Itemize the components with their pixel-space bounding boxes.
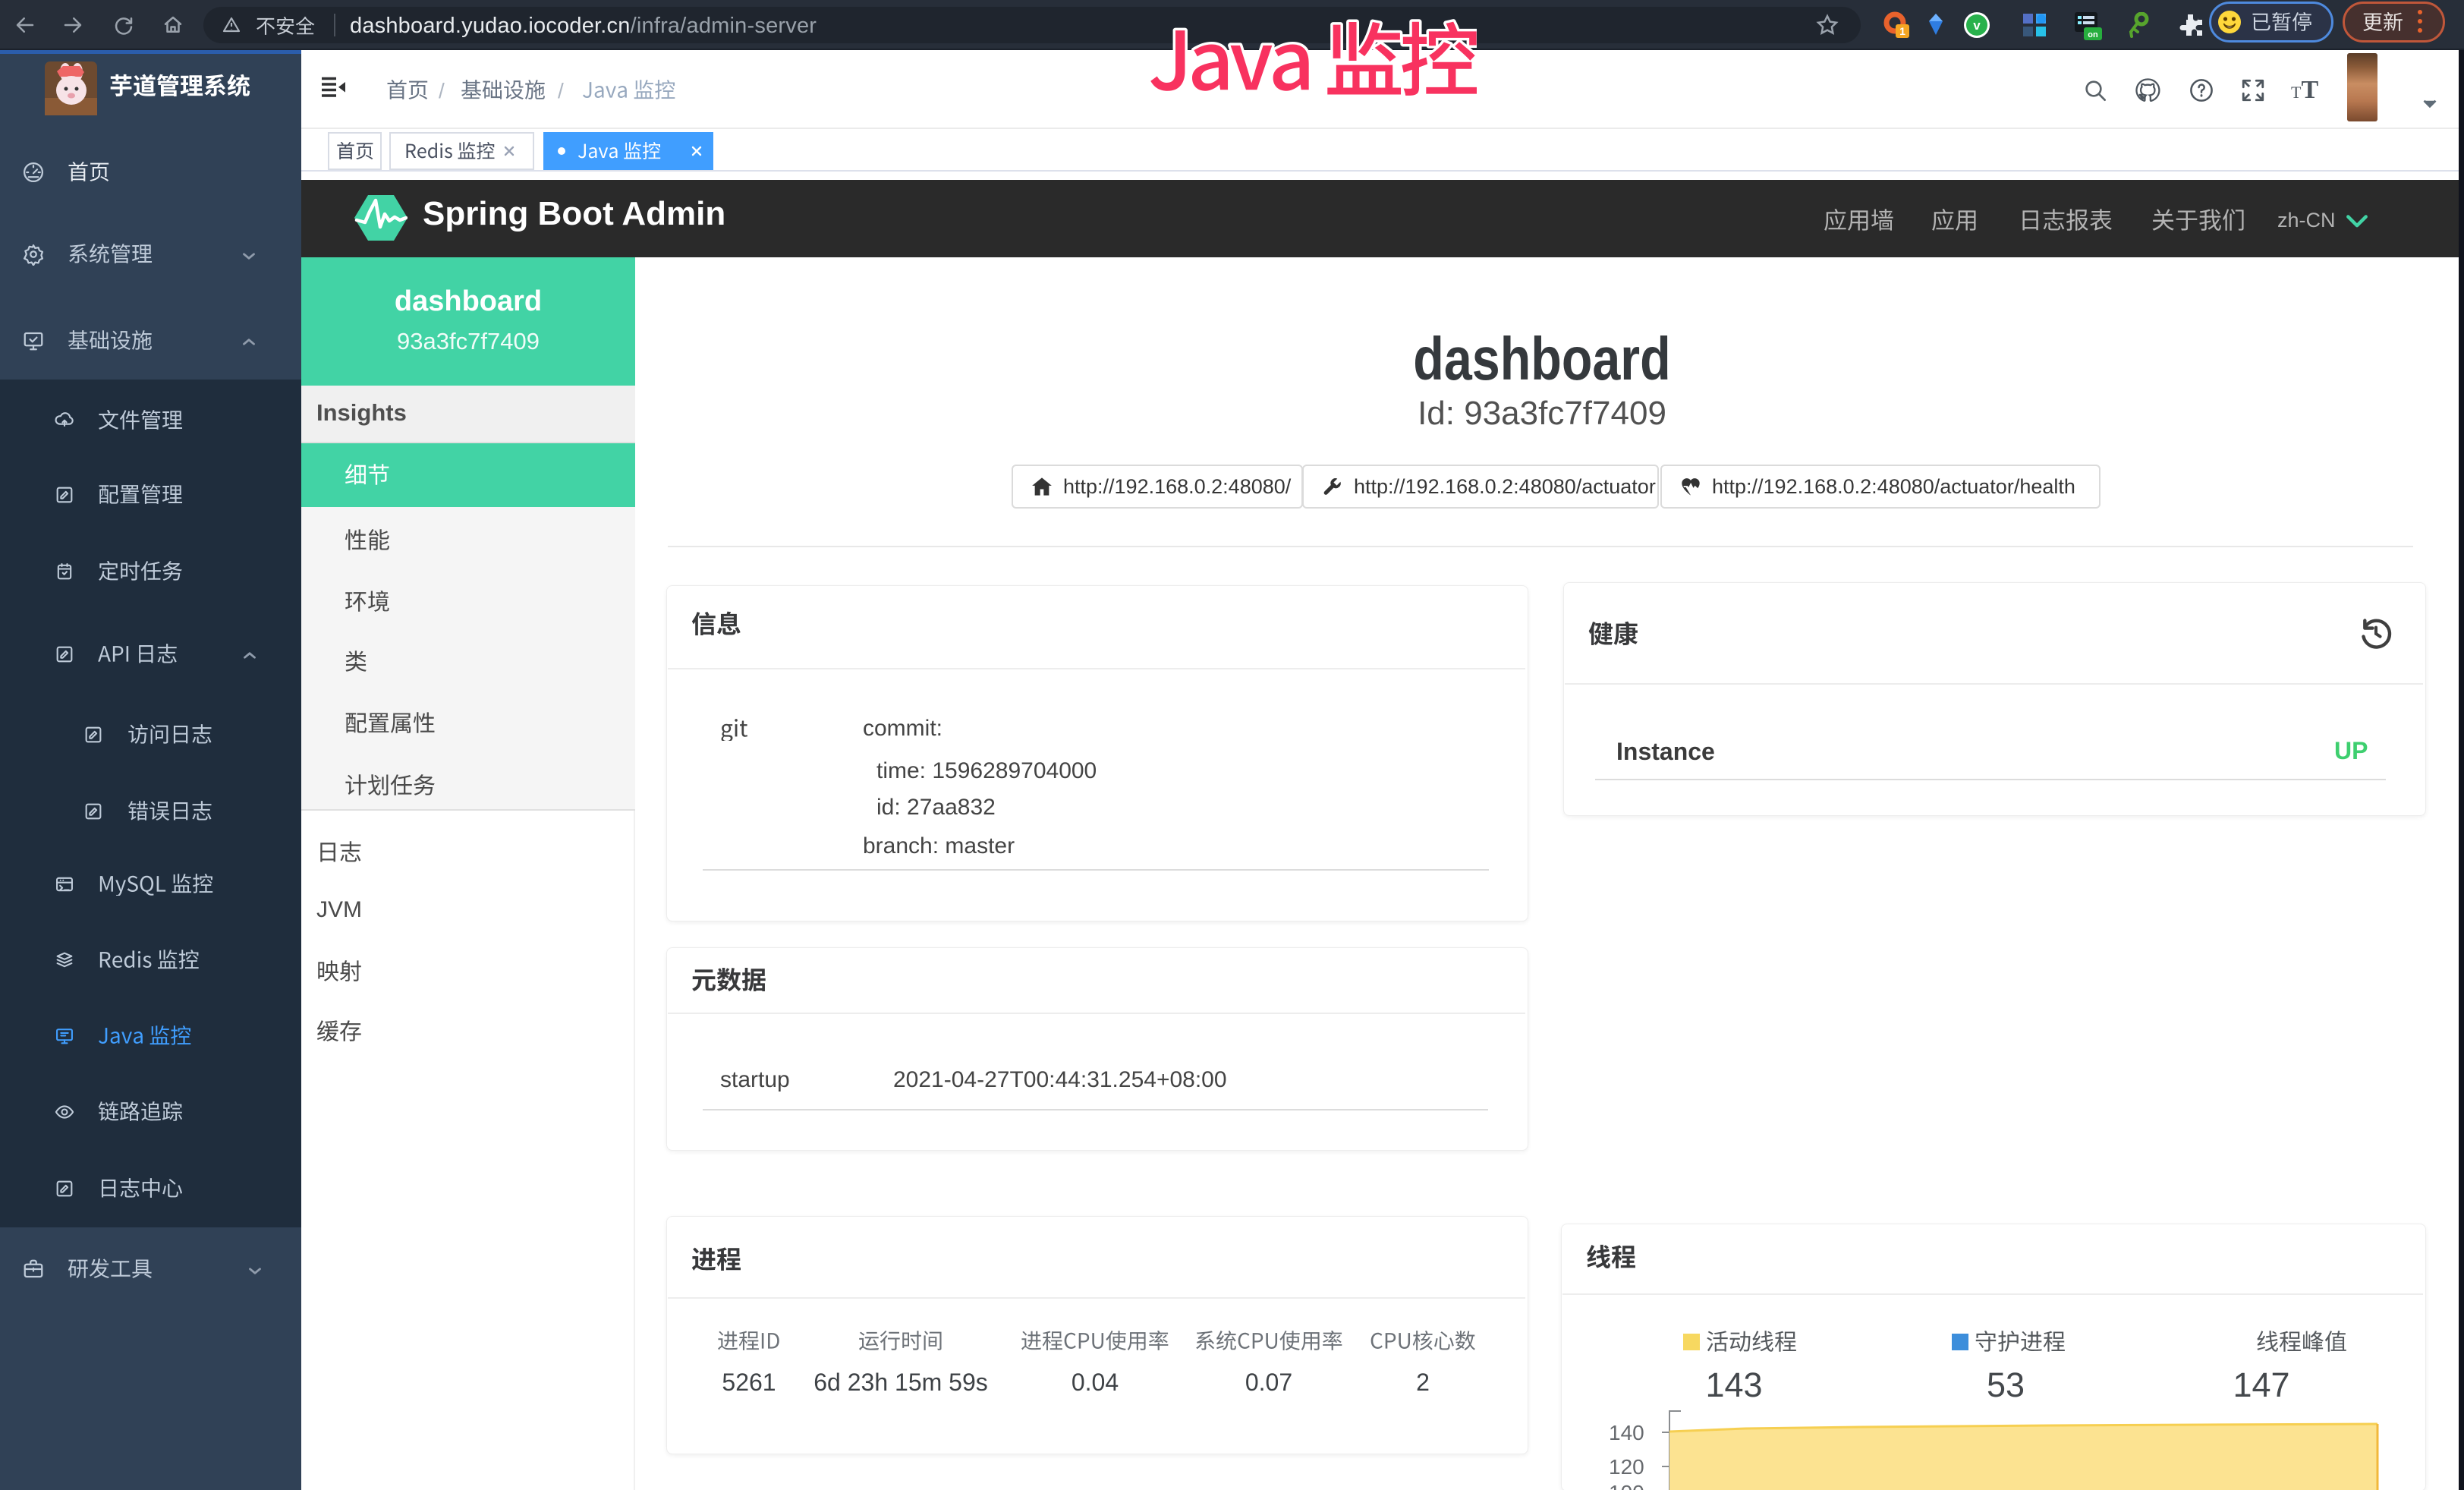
svg-text:v: v: [1973, 18, 1981, 33]
svg-text:on: on: [2088, 30, 2098, 39]
svg-text:1: 1: [1899, 25, 1905, 37]
